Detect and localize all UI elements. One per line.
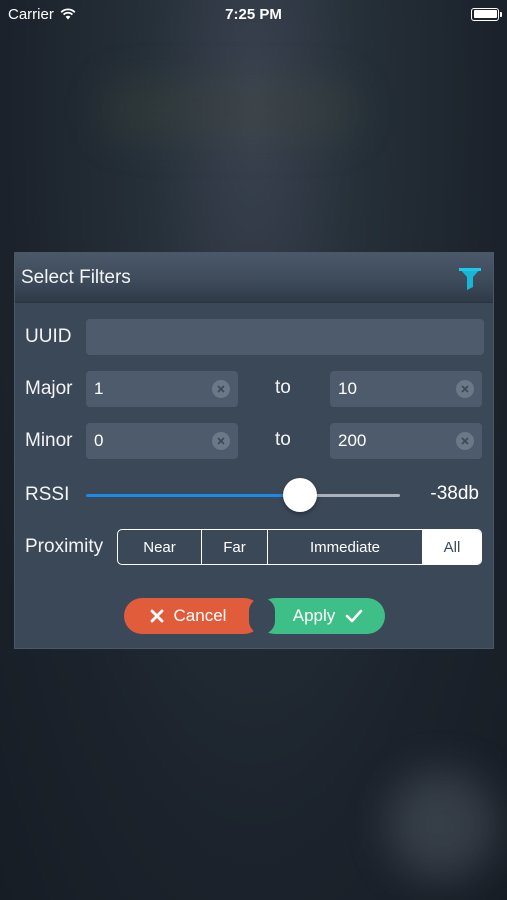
button-divider-notch bbox=[249, 598, 275, 634]
status-left: Carrier bbox=[8, 6, 76, 23]
minor-to-value: 200 bbox=[338, 431, 367, 450]
segment-near[interactable]: Near bbox=[118, 530, 202, 564]
clear-icon[interactable] bbox=[456, 380, 474, 398]
cancel-label: Cancel bbox=[173, 606, 227, 625]
uuid-input[interactable] bbox=[86, 319, 484, 355]
close-icon bbox=[150, 609, 163, 623]
major-to-label: to bbox=[275, 377, 291, 398]
rssi-label: RSSI bbox=[25, 484, 70, 505]
background-blur-spot bbox=[387, 770, 497, 880]
segment-far[interactable]: Far bbox=[202, 530, 268, 564]
minor-to-input[interactable]: 200 bbox=[330, 423, 482, 459]
clear-icon[interactable] bbox=[456, 432, 474, 450]
minor-from-input[interactable]: 0 bbox=[86, 423, 238, 459]
wifi-icon bbox=[60, 8, 76, 20]
filter-icon[interactable] bbox=[457, 265, 483, 291]
background-blur bbox=[100, 80, 360, 140]
battery-level bbox=[473, 10, 497, 18]
segment-immediate[interactable]: Immediate bbox=[268, 530, 423, 564]
carrier-label: Carrier bbox=[8, 5, 54, 23]
major-label: Major bbox=[25, 378, 73, 399]
minor-to-label: to bbox=[275, 429, 291, 450]
cancel-button[interactable]: Cancel bbox=[124, 598, 262, 634]
major-from-value: 1 bbox=[94, 379, 104, 398]
clear-icon[interactable] bbox=[212, 380, 230, 398]
minor-label: Minor bbox=[25, 430, 73, 451]
apply-label: Apply bbox=[292, 606, 336, 625]
status-time: 7:25 PM bbox=[225, 5, 282, 23]
dialog-header: Select Filters bbox=[15, 253, 493, 303]
slider-track-filled bbox=[86, 494, 300, 497]
checkmark-icon bbox=[345, 609, 363, 623]
rssi-slider[interactable] bbox=[86, 477, 400, 513]
segment-all[interactable]: All bbox=[423, 530, 481, 564]
proximity-label: Proximity bbox=[25, 536, 104, 557]
proximity-segmented-control: Near Far Immediate All bbox=[117, 529, 482, 565]
rssi-value: -38db bbox=[430, 483, 479, 504]
apply-button[interactable]: Apply bbox=[257, 598, 385, 634]
status-bar: Carrier 7:25 PM bbox=[0, 0, 507, 28]
dialog-title: Select Filters bbox=[21, 266, 131, 288]
uuid-label: UUID bbox=[25, 326, 72, 347]
battery-icon bbox=[471, 7, 502, 21]
minor-from-value: 0 bbox=[94, 431, 104, 450]
filter-dialog: Select Filters UUID Major 1 to 10 Minor … bbox=[14, 252, 494, 649]
clear-icon[interactable] bbox=[212, 432, 230, 450]
major-to-value: 10 bbox=[338, 379, 357, 398]
major-to-input[interactable]: 10 bbox=[330, 371, 482, 407]
major-from-input[interactable]: 1 bbox=[86, 371, 238, 407]
slider-thumb[interactable] bbox=[283, 478, 317, 512]
